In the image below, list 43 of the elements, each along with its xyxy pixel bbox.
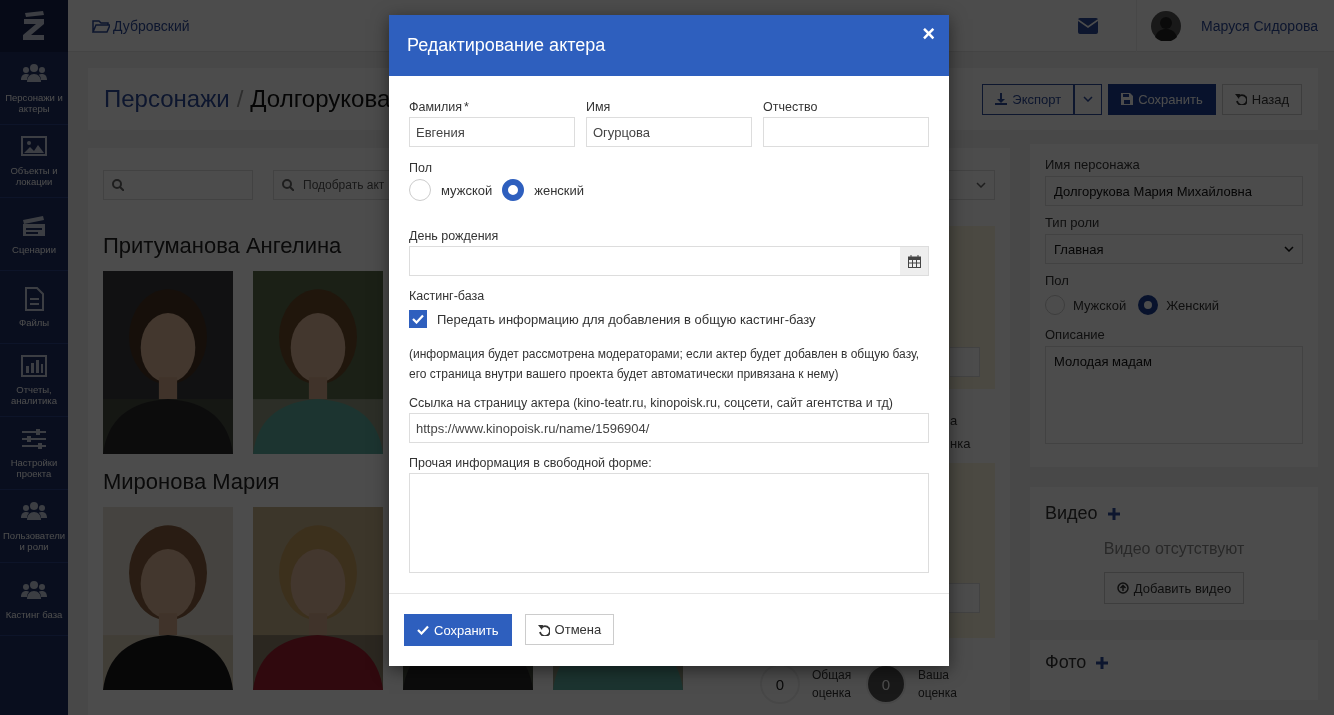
radio-label[interactable]: мужской xyxy=(441,182,493,198)
radio-button[interactable] xyxy=(502,179,525,201)
section-title: Фото xyxy=(1045,652,1087,673)
date-field[interactable] xyxy=(409,246,929,276)
field-label: Отчество xyxy=(763,99,819,115)
field-label: Имя xyxy=(586,99,612,115)
breadcrumb-separator: / xyxy=(236,85,244,113)
field-label: Прочая информация в свободной форме: xyxy=(409,455,653,471)
field-label: Пол xyxy=(1045,272,1070,290)
checkmark-icon xyxy=(412,314,424,324)
field-label: Имя персонажа xyxy=(1045,156,1141,174)
field-label: Тип роли xyxy=(1045,214,1101,232)
save-button[interactable]: Сохранить xyxy=(404,614,512,646)
field-label: Фамилия * xyxy=(409,99,470,115)
rating-label: нка xyxy=(950,435,972,453)
modal-title: Редактирование актера xyxy=(407,35,606,56)
radio-label[interactable]: женский xyxy=(534,182,585,198)
note-text: (информация будет рассмотрена модераторами; если актер будет добавлен в общую базу, его страница внутри вашего проекта будет автоматически привязана к нему) xyxy=(409,346,921,383)
notes-field[interactable] xyxy=(409,473,929,573)
section-title: Видео xyxy=(1045,503,1098,524)
text-field[interactable]: Огурцова xyxy=(586,117,752,147)
checkbox[interactable] xyxy=(409,310,427,328)
field-label: Описание xyxy=(1045,326,1106,344)
checkmark-icon xyxy=(417,625,429,635)
rating-label: Общая оценка xyxy=(812,667,853,702)
required-mark: * xyxy=(464,100,469,114)
close-button[interactable]: × xyxy=(918,23,939,45)
text-field[interactable]: Евгения xyxy=(409,117,575,147)
radio-label[interactable]: Мужской xyxy=(1073,297,1127,313)
calendar-icon xyxy=(907,254,921,268)
radio-label[interactable]: Женский xyxy=(1166,297,1220,313)
field-label: День рождения xyxy=(409,228,500,244)
user-name-link[interactable]: Маруся Сидорова xyxy=(1200,17,1318,34)
page-title: Долгорукова xyxy=(250,85,391,113)
rating-label: Ваша оценка xyxy=(918,667,958,702)
undo-icon xyxy=(537,623,550,636)
field-label: Кастинг-база xyxy=(409,288,486,304)
cancel-button[interactable]: Отмена xyxy=(524,614,615,645)
field-label: Пол xyxy=(409,160,433,176)
field-label: Ссылка на страницу актера (kino-teatr.ru, kinopoisk.ru, соцсети, сайт агентства и тд) xyxy=(409,395,894,411)
url-field[interactable]: https://www.kinopoisk.ru/name/1596904/ xyxy=(409,413,929,443)
text-field[interactable] xyxy=(763,117,929,147)
checkbox-label[interactable]: Передать информацию для добавления в общую кастинг-базу xyxy=(437,311,816,327)
